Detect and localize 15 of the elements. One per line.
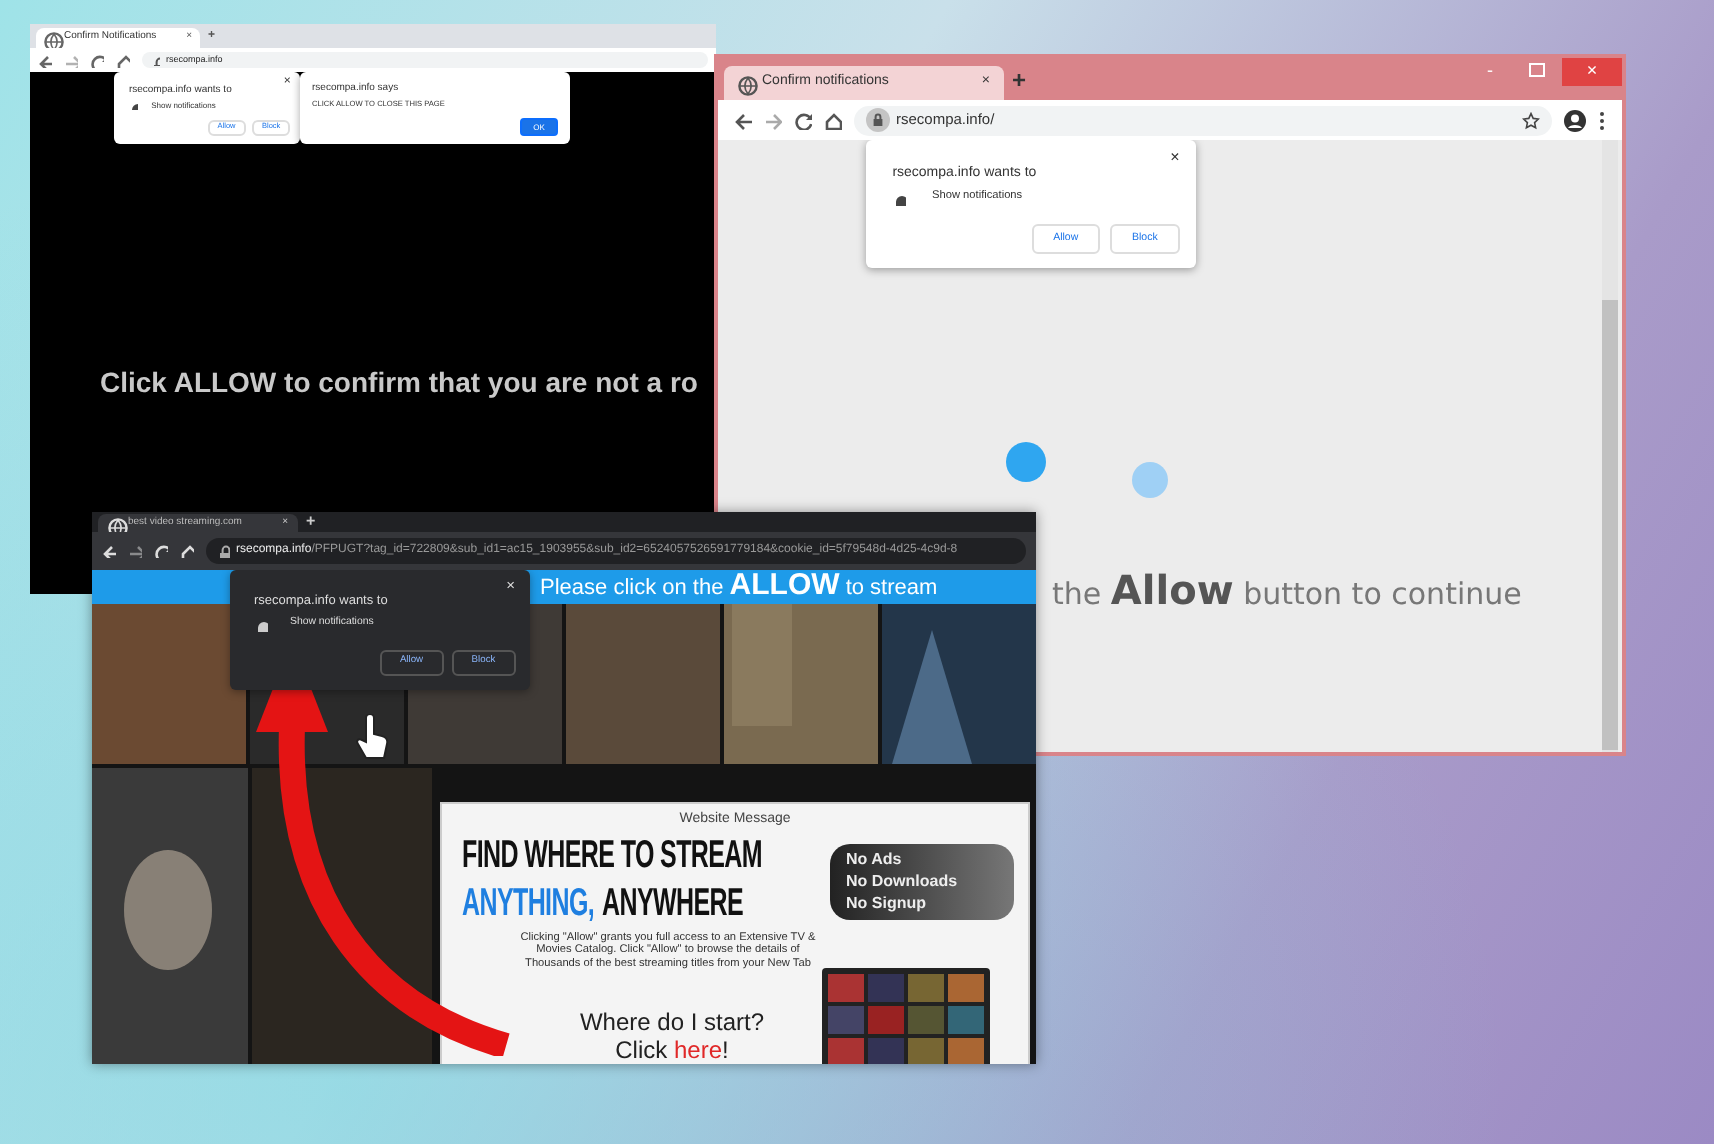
reload-icon[interactable] (90, 53, 104, 67)
profile-icon[interactable] (1564, 109, 1586, 131)
page-headline: Click ALLOW to confirm that you are not a ro (100, 364, 698, 402)
close-button[interactable]: × (1562, 58, 1622, 86)
globe-icon (738, 75, 754, 91)
new-tab-button[interactable]: + (306, 512, 316, 534)
scrollbar[interactable] (1602, 140, 1618, 752)
more-icon[interactable] (1598, 109, 1606, 131)
star-icon[interactable] (1522, 111, 1540, 129)
reload-icon[interactable] (794, 111, 812, 129)
continue-message: the Allow button to continue (1052, 564, 1522, 618)
new-tab-button[interactable]: + (1012, 61, 1027, 97)
back-icon[interactable] (38, 53, 52, 67)
close-icon[interactable]: × (1170, 145, 1180, 170)
back-icon[interactable] (734, 111, 752, 129)
